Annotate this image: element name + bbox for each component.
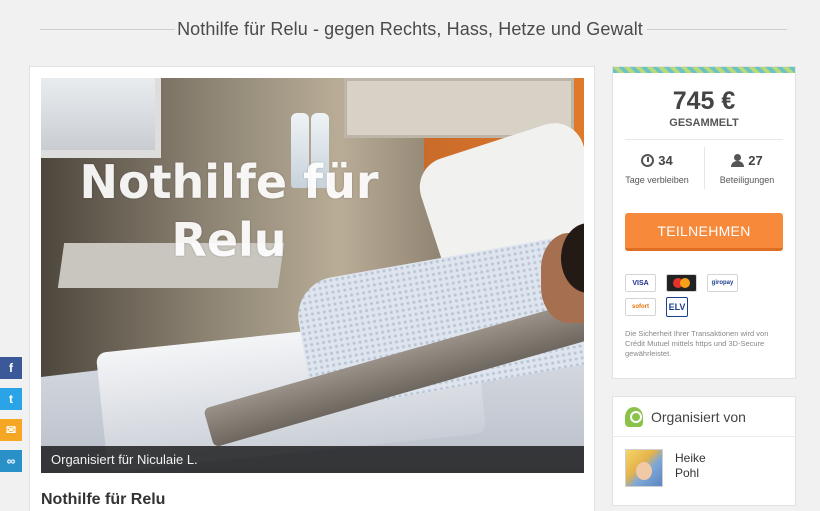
elv-logo-icon: ELV	[666, 297, 688, 317]
mail-share-icon[interactable]: ✉	[0, 419, 22, 441]
facebook-share-icon[interactable]: f	[0, 357, 22, 379]
page-header: Nothilfe für Relu - gegen Rechts, Hass, …	[0, 0, 820, 58]
days-left-value: 34	[658, 153, 673, 168]
twitter-share-icon[interactable]: t	[0, 388, 22, 410]
organizer-first-name: Heike	[675, 451, 706, 465]
decorative-stripe	[613, 67, 795, 73]
avatar[interactable]	[625, 449, 663, 487]
mastercard-logo-icon	[666, 274, 697, 292]
donation-summary-card: 745 € GESAMMELT 34 Tage verbleiben 27 Be…	[612, 66, 796, 379]
sofort-logo-icon: sofort	[625, 298, 656, 316]
amount-collected: 745 €	[672, 87, 736, 115]
person-icon	[731, 154, 745, 167]
participants-label: Beteiligungen	[719, 175, 775, 185]
organizer-heading-label: Organisiert von	[651, 408, 746, 425]
clock-icon	[641, 154, 655, 167]
photo-caption: Organisiert für Niculaie L.	[41, 446, 584, 473]
campaign-photo[interactable]: Nothilfe für Relu Organisiert für Nicula…	[41, 78, 584, 473]
amount-collected-label: GESAMMELT	[669, 117, 739, 129]
campaign-title: Nothilfe für Relu	[41, 491, 166, 508]
badge-icon	[625, 406, 643, 427]
giropay-logo-icon: giropay	[707, 274, 738, 292]
organizer-card: Organisiert von Heike Pohl	[612, 396, 796, 506]
page-title: Nothilfe für Relu - gegen Rechts, Hass, …	[177, 18, 643, 39]
organizer-last-name: Pohl	[675, 466, 700, 480]
organizer-heading: Organisiert von	[613, 397, 795, 437]
photo-overlay-title: Nothilfe für Relu	[79, 155, 379, 267]
header-divider-left	[40, 29, 175, 30]
join-button[interactable]: TEILNEHMEN	[625, 213, 783, 251]
visa-logo-icon: VISA	[625, 274, 656, 292]
link-share-icon[interactable]: ∞	[0, 450, 22, 472]
security-note: Die Sicherheit Ihrer Transaktionen wird …	[625, 329, 769, 358]
organizer-name[interactable]: Heike Pohl	[675, 451, 706, 481]
campaign-card: Nothilfe für Relu Organisiert für Nicula…	[29, 66, 595, 511]
header-divider-right	[647, 29, 787, 30]
days-left-label: Tage verbleiben	[625, 175, 689, 185]
participants-value: 27	[748, 153, 763, 168]
days-left-stat: 34 Tage verbleiben	[617, 153, 697, 185]
participants-stat: 27 Beteiligungen	[707, 153, 787, 185]
